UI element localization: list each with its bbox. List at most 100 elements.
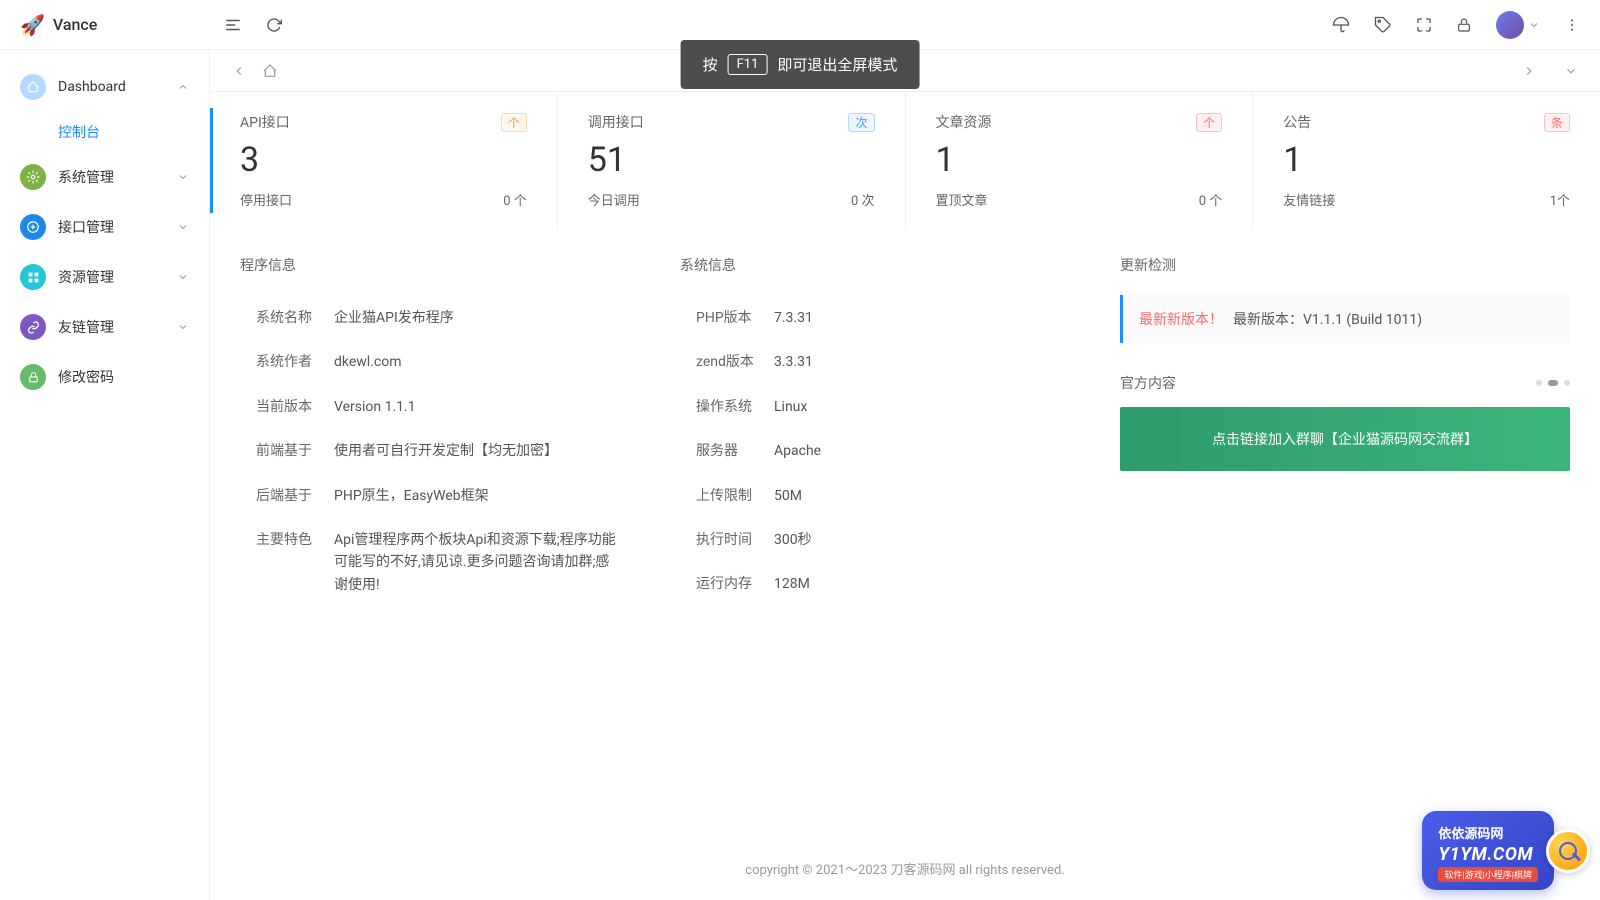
table-row: 操作系统Linux	[682, 386, 1058, 428]
stat-title: 文章资源	[936, 112, 992, 132]
stat-card-api: API接口 个 3 停用接口 0 个	[210, 92, 557, 229]
sidebar-item-label: 系统管理	[58, 167, 177, 187]
link-icon	[20, 314, 46, 340]
stat-value: 3	[240, 140, 527, 180]
brand-text: Vance	[53, 15, 97, 34]
sidebar-item-system[interactable]: 系统管理	[0, 152, 209, 202]
table-row: 上传限制50M	[682, 475, 1058, 517]
section-title: 程序信息	[240, 255, 620, 275]
update-text: 最新版本：V1.1.1 (Build 1011)	[1233, 309, 1422, 329]
sidebar-item-label: 资源管理	[58, 267, 177, 287]
sidebar-item-api[interactable]: 接口管理	[0, 202, 209, 252]
chevron-down-icon	[1528, 19, 1540, 31]
chevron-right-icon	[1522, 64, 1536, 78]
footer: copyright © 2021～2023 刀客源码网 all rights r…	[210, 837, 1600, 900]
sidebar-item-label: 接口管理	[58, 217, 177, 237]
table-row: 系统作者dkewl.com	[242, 341, 618, 383]
tab-prev-button[interactable]	[224, 60, 254, 82]
sidebar-item-label: Dashboard	[58, 79, 177, 95]
toast-prefix: 按	[703, 54, 718, 75]
sidebar-sub-console[interactable]: 控制台	[0, 112, 209, 152]
menu-icon	[224, 16, 242, 34]
stat-value: 1	[936, 140, 1223, 180]
stat-badge: 次	[848, 113, 874, 132]
toast-suffix: 即可退出全屏模式	[777, 54, 897, 75]
table-row: zend版本3.3.31	[682, 341, 1058, 383]
dot	[1548, 380, 1558, 386]
chevron-down-icon	[1564, 64, 1578, 78]
watermark-title: 依依源码网	[1438, 823, 1538, 842]
umbrella-button[interactable]	[1332, 16, 1350, 34]
right-column: 更新检测 最新新版本！ 最新版本：V1.1.1 (Build 1011) 官方内…	[1090, 239, 1600, 624]
table-row: 当前版本Version 1.1.1	[242, 386, 618, 428]
chevron-down-icon	[177, 171, 189, 183]
table-row: 后端基于PHP原生，EasyWeb框架	[242, 475, 618, 517]
table-row: 主要特色Api管理程序两个板块Api和资源下载;程序功能可能写的不好,请见谅.更…	[242, 519, 618, 606]
grid-icon	[20, 264, 46, 290]
dot	[1564, 380, 1570, 386]
sidebar-item-links[interactable]: 友链管理	[0, 302, 209, 352]
table-row: 前端基于使用者可自行开发定制【均无加密】	[242, 430, 618, 472]
system-info-table: PHP版本7.3.31 zend版本3.3.31 操作系统Linux 服务器Ap…	[680, 295, 1060, 608]
tab-dropdown-button[interactable]	[1556, 60, 1586, 82]
chevron-down-icon	[177, 221, 189, 233]
avatar	[1496, 11, 1524, 39]
chevron-down-icon	[177, 321, 189, 333]
stat-card-calls: 调用接口 次 51 今日调用 0 次	[557, 92, 905, 229]
stat-bottom-label: 置顶文章	[936, 190, 988, 209]
stat-badge: 个	[1196, 113, 1222, 132]
chevron-down-icon	[177, 271, 189, 283]
more-button[interactable]	[1564, 17, 1580, 33]
watermark: 依依源码网 Y1YM.COM 软件|游戏|小程序|棋牌	[1422, 811, 1590, 890]
stat-badge: 个	[501, 113, 527, 132]
sidebar-item-password[interactable]: 修改密码	[0, 352, 209, 402]
system-info-section: 系统信息 PHP版本7.3.31 zend版本3.3.31 操作系统Linux …	[650, 239, 1090, 624]
stat-value: 1	[1283, 140, 1570, 180]
umbrella-icon	[1332, 16, 1350, 34]
lock-button[interactable]	[1456, 17, 1472, 33]
home-icon	[262, 63, 278, 79]
tab-next-button[interactable]	[1514, 60, 1544, 82]
section-title: 官方内容	[1120, 373, 1176, 393]
fullscreen-button[interactable]	[1416, 17, 1432, 33]
stat-bottom-value: 0 个	[1199, 190, 1223, 209]
home-icon	[20, 74, 46, 100]
user-menu[interactable]	[1496, 11, 1540, 39]
tab-home[interactable]	[254, 59, 286, 83]
section-title: 更新检测	[1120, 255, 1570, 275]
sidebar-item-dashboard[interactable]: Dashboard	[0, 62, 209, 112]
tag-button[interactable]	[1374, 16, 1392, 34]
sidebar: Dashboard 控制台 系统管理 接口管理	[0, 50, 210, 900]
header: 🚀 Vance 按 F11 即可退出全	[0, 0, 1600, 50]
menu-toggle-button[interactable]	[224, 16, 242, 34]
sidebar-item-resource[interactable]: 资源管理	[0, 252, 209, 302]
refresh-icon	[266, 17, 282, 33]
table-row: 系统名称企业猫API发布程序	[242, 297, 618, 339]
more-vertical-icon	[1564, 17, 1580, 33]
tag-icon	[1374, 16, 1392, 34]
api-icon	[20, 214, 46, 240]
stat-bottom-label: 停用接口	[240, 190, 292, 209]
official-banner-link[interactable]: 点击链接加入群聊【企业猫源码网交流群】	[1120, 407, 1570, 471]
table-row: 服务器Apache	[682, 430, 1058, 472]
update-alert: 最新新版本！	[1139, 309, 1223, 329]
table-row: 执行时间300秒	[682, 519, 1058, 561]
watermark-url: Y1YM.COM	[1438, 844, 1538, 865]
fullscreen-toast: 按 F11 即可退出全屏模式	[681, 40, 920, 89]
stat-card-articles: 文章资源 个 1 置顶文章 0 个	[905, 92, 1253, 229]
logo: 🚀 Vance	[20, 13, 200, 37]
stat-bottom-value: 1个	[1550, 190, 1570, 209]
header-left-tools	[224, 16, 282, 34]
update-box: 最新新版本！ 最新版本：V1.1.1 (Build 1011)	[1120, 295, 1570, 343]
main-content: API接口 个 3 停用接口 0 个 调用接口 次 51	[210, 50, 1600, 900]
gear-icon	[20, 164, 46, 190]
sidebar-item-label: 友链管理	[58, 317, 177, 337]
key-icon	[20, 364, 46, 390]
refresh-button[interactable]	[266, 16, 282, 34]
stat-value: 51	[588, 140, 875, 180]
carousel-dots[interactable]	[1536, 380, 1570, 386]
table-row: PHP版本7.3.31	[682, 297, 1058, 339]
header-right-tools	[1332, 11, 1580, 39]
toast-key: F11	[728, 54, 768, 75]
stat-badge: 条	[1544, 113, 1570, 132]
